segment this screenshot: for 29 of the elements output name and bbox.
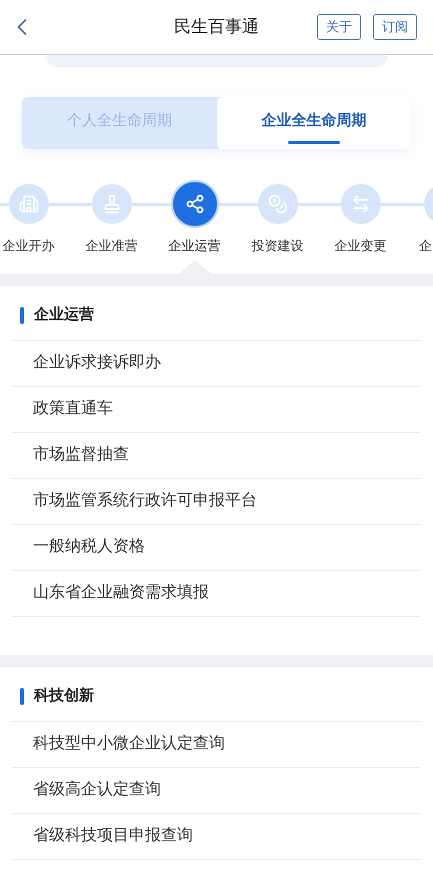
- step-button[interactable]: [172, 182, 216, 226]
- service-item[interactable]: 科技型中小微企业认定查询: [12, 722, 421, 768]
- service-item[interactable]: 省级高企认定查询: [12, 768, 421, 814]
- service-item[interactable]: 省级科技项目申报查询: [12, 814, 421, 860]
- header-button[interactable]: 订阅: [373, 14, 417, 40]
- service-item[interactable]: 一般纳税人资格: [12, 524, 421, 570]
- step-label: 企业开办: [2, 237, 54, 255]
- section-title: 科技创新: [34, 686, 94, 706]
- header-button[interactable]: 关于: [317, 14, 361, 40]
- service-item[interactable]: 市场监管系统行政许可申报平台: [12, 478, 421, 524]
- service-item[interactable]: 政策直通车: [12, 386, 421, 432]
- arrows-icon: [350, 194, 370, 214]
- step-label: 企: [418, 237, 432, 255]
- section-marker: [20, 688, 24, 704]
- service-item[interactable]: 山东省企业融资需求填报: [12, 570, 421, 616]
- stamp-icon: [102, 194, 122, 214]
- step-label: 企业准营: [86, 237, 138, 255]
- service-item[interactable]: 企业诉求接诉即办: [12, 340, 421, 386]
- section-marker: [20, 306, 24, 324]
- step-label: 企业变更: [334, 237, 386, 255]
- lifecycle-tab[interactable]: 企业全生命周期: [216, 97, 411, 149]
- section-title: 企业运营: [34, 304, 94, 325]
- share-icon: [184, 194, 204, 214]
- page-title: 民生百事通: [174, 16, 259, 38]
- service-item[interactable]: 市场监督抽查: [12, 432, 421, 478]
- coins-icon: [268, 194, 288, 214]
- step-label: 投资建设: [252, 237, 304, 255]
- step-label: 企业运营: [168, 237, 220, 255]
- building-icon: [18, 194, 38, 214]
